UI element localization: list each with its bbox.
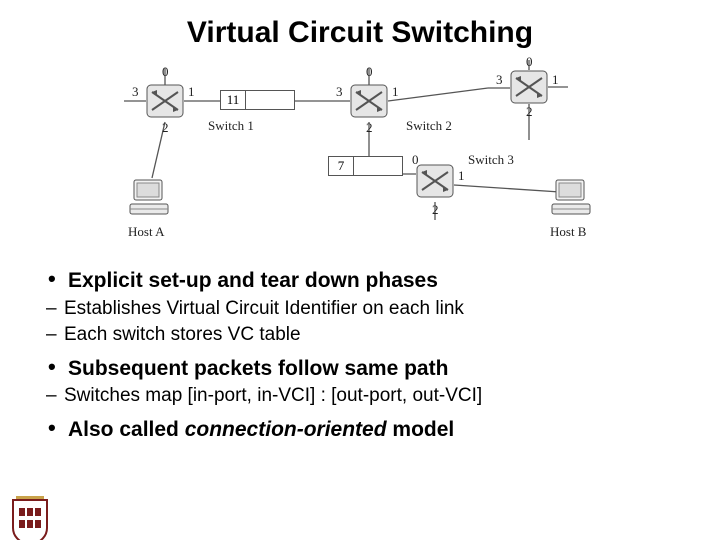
bullet-1-sub-2: Each switch stores VC table: [46, 323, 674, 347]
switch-4: [510, 70, 548, 104]
sw4-port-w: 3: [496, 72, 503, 88]
sw4-port-s: 2: [526, 104, 533, 120]
bullet-1-sub-1: Establishes Virtual Circuit Identifier o…: [46, 297, 674, 321]
vcs-diagram: 0 1 2 3 Switch 1 0 1 2 3 Switch 2 0 1 2 …: [80, 60, 640, 250]
sw3-label: Switch 3: [468, 152, 514, 168]
sw4-port-e: 1: [552, 72, 559, 88]
cell-vci: 7: [329, 157, 354, 175]
bullet-1: Explicit set-up and tear down phases: [46, 268, 674, 295]
bullet-3-em: connection-oriented: [185, 418, 387, 441]
switch-2: [350, 84, 388, 118]
host-b: [550, 178, 592, 220]
switch-icon: [146, 84, 184, 118]
cell-vci: 11: [221, 91, 246, 109]
brown-shield-logo: [10, 494, 50, 540]
host-a-label: Host A: [128, 224, 164, 240]
bullet-3-post: model: [387, 418, 455, 441]
switch-3: [416, 164, 454, 198]
slide-title: Virtual Circuit Switching: [0, 16, 720, 50]
sw2-port-n: 0: [366, 64, 373, 80]
bullet-content: Explicit set-up and tear down phases Est…: [46, 268, 674, 444]
sw2-port-e: 1: [392, 84, 399, 100]
cell-payload: [354, 157, 402, 175]
sw1-port-s: 2: [162, 120, 169, 136]
computer-icon: [550, 178, 592, 220]
switch-icon: [416, 164, 454, 198]
sw2-port-s: 2: [366, 120, 373, 136]
host-a: [128, 178, 170, 220]
bullet-3: Also called connection-oriented model: [46, 417, 674, 444]
shield-icon: [10, 494, 50, 540]
packet-cell-1: 11: [220, 90, 295, 110]
cell-payload: [246, 91, 294, 109]
bullet-2-sub-1: Switches map [in-port, in-VCI] : [out-po…: [46, 384, 674, 408]
switch-icon: [510, 70, 548, 104]
sw4-port-n: 0: [526, 54, 533, 70]
sw3-port-s: 2: [432, 202, 439, 218]
sw1-label: Switch 1: [208, 118, 254, 134]
host-b-label: Host B: [550, 224, 586, 240]
sw1-port-e: 1: [188, 84, 195, 100]
computer-icon: [128, 178, 170, 220]
sw1-port-w: 3: [132, 84, 139, 100]
sw1-port-n: 0: [162, 64, 169, 80]
packet-cell-2: 7: [328, 156, 403, 176]
sw2-label: Switch 2: [406, 118, 452, 134]
switch-icon: [350, 84, 388, 118]
sw3-port-n: 0: [412, 152, 419, 168]
sw2-port-w: 3: [336, 84, 343, 100]
bullet-3-pre: Also called: [68, 418, 185, 441]
switch-1: [146, 84, 184, 118]
sw3-port-e: 1: [458, 168, 465, 184]
bullet-2: Subsequent packets follow same path: [46, 356, 674, 383]
